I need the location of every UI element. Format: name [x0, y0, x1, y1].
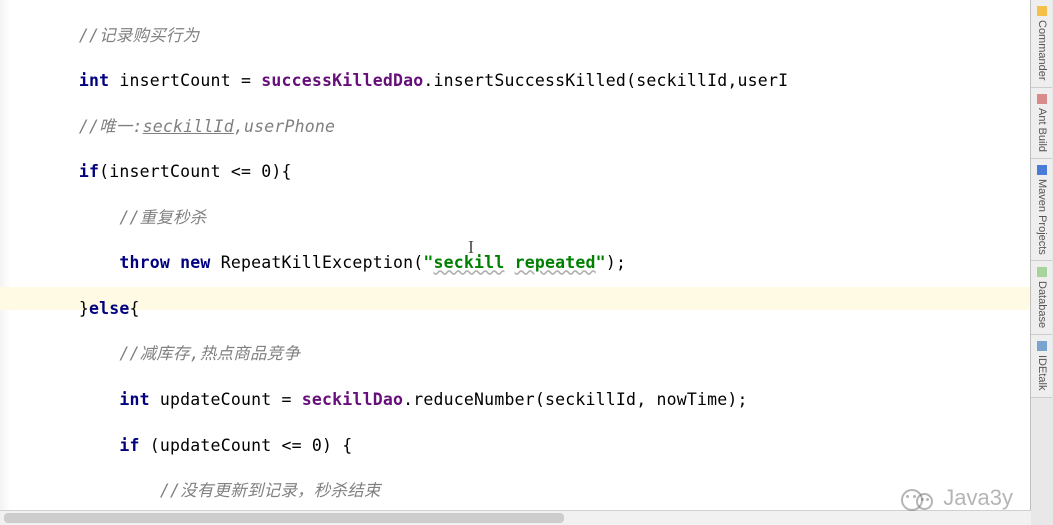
- horizontal-scrollbar[interactable]: [0, 510, 1031, 525]
- watermark: Java3y: [901, 483, 1013, 513]
- code-line[interactable]: int updateCount = seckillDao.reduceNumbe…: [18, 389, 1053, 412]
- code-line[interactable]: //没有更新到记录，秒杀结束: [18, 480, 1053, 503]
- code-line[interactable]: int insertCount = successKilledDao.inser…: [18, 70, 1053, 93]
- code-line[interactable]: if (updateCount <= 0) {: [18, 435, 1053, 458]
- code-line[interactable]: //减库存,热点商品竞争: [18, 343, 1053, 366]
- code-line[interactable]: //唯一:seckillId,userPhone: [18, 116, 1053, 139]
- code-line[interactable]: throw new RepeatKillException("seckill r…: [18, 252, 1053, 275]
- wechat-icon: [901, 487, 935, 509]
- ant-icon: [1037, 94, 1047, 104]
- code-line[interactable]: //重复秒杀: [18, 207, 1053, 230]
- watermark-text: Java3y: [943, 483, 1013, 513]
- scrollbar-thumb[interactable]: [4, 513, 564, 523]
- ide-window: //记录购买行为 int insertCount = successKilled…: [0, 0, 1053, 525]
- code-line[interactable]: //记录购买行为: [18, 25, 1053, 48]
- code-line[interactable]: if(insertCount <= 0){I: [18, 161, 1053, 184]
- code-line[interactable]: }else{: [18, 298, 1053, 321]
- code-editor[interactable]: //记录购买行为 int insertCount = successKilled…: [0, 0, 1053, 525]
- gutter: [0, 0, 10, 525]
- commander-icon: [1037, 6, 1047, 16]
